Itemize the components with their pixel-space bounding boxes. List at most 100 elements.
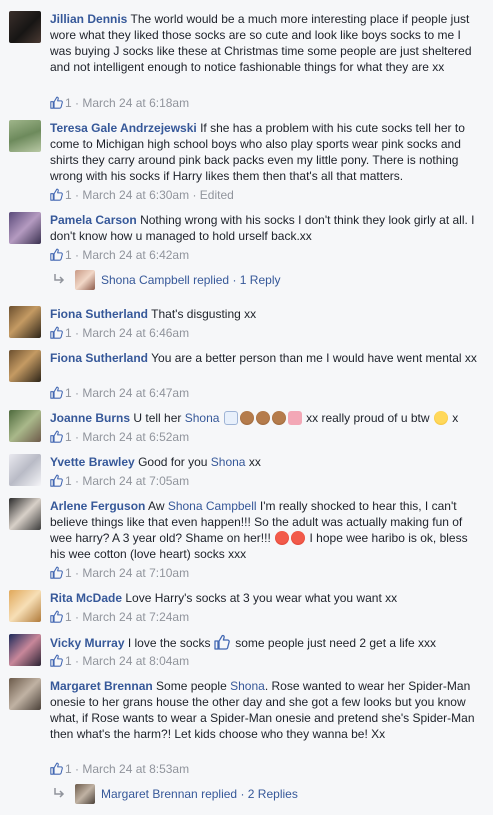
avatar[interactable] xyxy=(9,678,41,710)
reply-author[interactable]: Shona Campbell xyxy=(101,273,190,287)
comment-meta: 1 · March 24 at 7:10am xyxy=(50,565,189,581)
replies-link[interactable]: Margaret Brennan replied · 2 Replies xyxy=(53,783,298,805)
like-thumb-icon[interactable] xyxy=(50,474,63,487)
like-count[interactable]: 1 xyxy=(65,430,72,444)
like-count[interactable]: 1 xyxy=(65,188,72,202)
comment-meta: 1 · March 24 at 7:05am xyxy=(50,473,189,489)
like-thumb-icon[interactable] xyxy=(50,610,63,623)
commenter-name[interactable]: Rita McDade xyxy=(50,591,122,605)
raised-hand-emoji-icon xyxy=(223,411,238,425)
comment-timestamp[interactable]: March 24 at 7:24am xyxy=(82,610,189,624)
like-thumb-icon[interactable] xyxy=(50,654,63,667)
commenter-name[interactable]: Margaret Brennan xyxy=(50,679,153,693)
comment-text: Love Harry's socks at 3 you wear what yo… xyxy=(125,591,398,605)
hear-no-evil-monkey-emoji-icon xyxy=(255,411,270,425)
like-count[interactable]: 1 xyxy=(65,566,72,580)
like-thumb-icon[interactable] xyxy=(50,96,63,109)
commenter-name[interactable]: Pamela Carson xyxy=(50,213,137,227)
comment-meta: 1 · March 24 at 8:53am xyxy=(50,761,189,777)
like-thumb-icon[interactable] xyxy=(50,386,63,399)
like-count[interactable]: 1 xyxy=(65,96,72,110)
avatar[interactable] xyxy=(9,350,41,382)
like-thumb-icon[interactable] xyxy=(50,430,63,443)
comment-text: Some people xyxy=(156,679,227,693)
like-count[interactable]: 1 xyxy=(65,474,72,488)
reply-avatar xyxy=(75,270,95,290)
like-count[interactable]: 1 xyxy=(65,654,72,668)
separator: · xyxy=(75,762,80,776)
like-count[interactable]: 1 xyxy=(65,762,72,776)
comment-text: You are a better person than me I would … xyxy=(151,351,477,365)
avatar[interactable] xyxy=(9,590,41,622)
comment-thread: Jillian Dennis The world would be a much… xyxy=(0,0,493,815)
comment-body: Vicky Murray I love the socks some peopl… xyxy=(50,634,478,651)
commenter-name[interactable]: Arlene Ferguson xyxy=(50,499,145,513)
separator: · xyxy=(75,566,80,580)
reply-count[interactable]: 2 Replies xyxy=(248,787,298,801)
comment-meta: 1 · March 24 at 8:04am xyxy=(50,653,189,669)
comment-timestamp[interactable]: March 24 at 6:46am xyxy=(82,326,189,340)
see-no-evil-monkey-emoji-icon xyxy=(239,411,254,425)
comment-timestamp[interactable]: March 24 at 6:18am xyxy=(82,96,189,110)
comment-timestamp[interactable]: March 24 at 7:10am xyxy=(82,566,189,580)
replies-link[interactable]: Shona Campbell replied · 1 Reply xyxy=(53,269,280,291)
comment-timestamp[interactable]: March 24 at 6:47am xyxy=(82,386,189,400)
comment-meta: 1 · March 24 at 6:47am xyxy=(50,385,189,401)
edited-label[interactable]: Edited xyxy=(200,188,234,202)
reply-author[interactable]: Margaret Brennan xyxy=(101,787,198,801)
tagged-user-link[interactable]: Shona Campbell xyxy=(168,499,257,513)
reply-verb[interactable]: replied xyxy=(201,787,237,801)
commenter-name[interactable]: Teresa Gale Andrzejewski xyxy=(50,121,197,135)
like-count[interactable]: 1 xyxy=(65,610,72,624)
tagged-user-link[interactable]: Shona xyxy=(230,679,265,693)
reply-verb[interactable]: replied xyxy=(193,273,229,287)
avatar[interactable] xyxy=(9,306,41,338)
tagged-user-link[interactable]: Shona xyxy=(185,411,220,425)
comment-meta: 1 · March 24 at 6:18am xyxy=(50,95,189,111)
avatar[interactable] xyxy=(9,120,41,152)
like-count[interactable]: 1 xyxy=(65,386,72,400)
separator: · xyxy=(75,326,80,340)
comment-body: Rita McDade Love Harry's socks at 3 you … xyxy=(50,590,478,606)
separator: · xyxy=(75,430,80,444)
comment-meta: 1 · March 24 at 7:24am xyxy=(50,609,189,625)
like-count[interactable]: 1 xyxy=(65,248,72,262)
commenter-name[interactable]: Fiona Sutherland xyxy=(50,351,148,365)
avatar[interactable] xyxy=(9,410,41,442)
commenter-name[interactable]: Yvette Brawley xyxy=(50,455,135,469)
comment-timestamp[interactable]: March 24 at 8:04am xyxy=(82,654,189,668)
reply-arrow-icon xyxy=(53,273,65,285)
separator: · xyxy=(75,654,80,668)
comment-body: Teresa Gale Andrzejewski If she has a pr… xyxy=(50,120,478,184)
avatar[interactable] xyxy=(9,454,41,486)
comment-body: Pamela Carson Nothing wrong with his soc… xyxy=(50,212,478,244)
comment-body: Joanne Burns U tell her Shona xx really … xyxy=(50,410,478,426)
commenter-name[interactable]: Joanne Burns xyxy=(50,411,130,425)
like-thumb-icon[interactable] xyxy=(50,248,63,261)
comment-timestamp[interactable]: March 24 at 7:05am xyxy=(82,474,189,488)
comment-timestamp[interactable]: March 24 at 6:42am xyxy=(82,248,189,262)
tagged-user-link[interactable]: Shona xyxy=(211,455,246,469)
separator: · xyxy=(75,188,80,202)
like-thumb-icon[interactable] xyxy=(50,188,63,201)
like-count[interactable]: 1 xyxy=(65,326,72,340)
like-thumb-icon[interactable] xyxy=(50,762,63,775)
reply-count[interactable]: 1 Reply xyxy=(240,273,281,287)
comment-timestamp[interactable]: March 24 at 6:52am xyxy=(82,430,189,444)
comment-body: Fiona Sutherland That's disgusting xx xyxy=(50,306,478,322)
like-thumb-icon[interactable] xyxy=(50,566,63,579)
separator: · xyxy=(232,273,237,287)
speak-no-evil-monkey-emoji-icon xyxy=(271,411,286,425)
comment-timestamp[interactable]: March 24 at 6:30am xyxy=(82,188,189,202)
avatar[interactable] xyxy=(9,498,41,530)
commenter-name[interactable]: Fiona Sutherland xyxy=(50,307,148,321)
like-thumb-icon[interactable] xyxy=(50,326,63,339)
avatar[interactable] xyxy=(9,212,41,244)
comment-body: Margaret Brennan Some people Shona. Rose… xyxy=(50,678,478,742)
commenter-name[interactable]: Vicky Murray xyxy=(50,636,125,650)
avatar[interactable] xyxy=(9,634,41,666)
avatar[interactable] xyxy=(9,11,41,43)
comment-timestamp[interactable]: March 24 at 8:53am xyxy=(82,762,189,776)
commenter-name[interactable]: Jillian Dennis xyxy=(50,12,127,26)
comment-body: Fiona Sutherland You are a better person… xyxy=(50,350,478,366)
